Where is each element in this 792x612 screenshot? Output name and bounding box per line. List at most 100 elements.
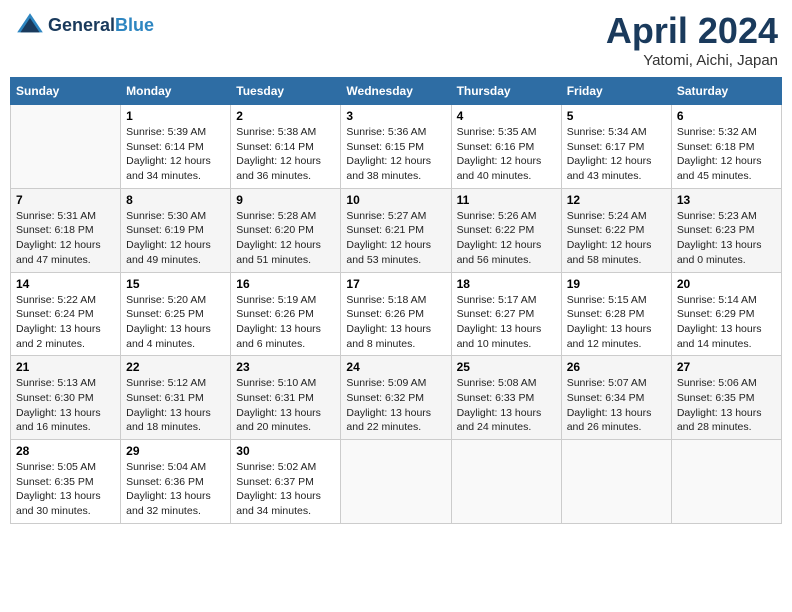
calendar-cell: 24 Sunrise: 5:09 AM Sunset: 6:32 PM Dayli… — [341, 356, 451, 440]
day-number: 27 — [677, 360, 776, 374]
weekday-header-saturday: Saturday — [671, 78, 781, 105]
calendar-cell: 2 Sunrise: 5:38 AM Sunset: 6:14 PM Daylig… — [231, 105, 341, 189]
day-info: Sunrise: 5:10 AM Sunset: 6:31 PM Dayligh… — [236, 376, 335, 435]
day-info: Sunrise: 5:27 AM Sunset: 6:21 PM Dayligh… — [346, 209, 445, 268]
day-info: Sunrise: 5:07 AM Sunset: 6:34 PM Dayligh… — [567, 376, 666, 435]
day-info: Sunrise: 5:08 AM Sunset: 6:33 PM Dayligh… — [457, 376, 556, 435]
weekday-header-thursday: Thursday — [451, 78, 561, 105]
weekday-header-tuesday: Tuesday — [231, 78, 341, 105]
day-number: 22 — [126, 360, 225, 374]
day-info: Sunrise: 5:18 AM Sunset: 6:26 PM Dayligh… — [346, 293, 445, 352]
calendar-cell: 18 Sunrise: 5:17 AM Sunset: 6:27 PM Dayli… — [451, 272, 561, 356]
calendar-cell: 25Sunrise: 5:08 AM Sunset: 6:33 PM Dayli… — [451, 356, 561, 440]
weekday-header-monday: Monday — [121, 78, 231, 105]
day-info: Sunrise: 5:12 AM Sunset: 6:31 PM Dayligh… — [126, 376, 225, 435]
calendar-cell: 22 Sunrise: 5:12 AM Sunset: 6:31 PM Dayli… — [121, 356, 231, 440]
day-number: 16 — [236, 277, 335, 291]
week-row-1: 7 Sunrise: 5:31 AM Sunset: 6:18 PM Daylig… — [11, 188, 782, 272]
day-info: Sunrise: 5:32 AM Sunset: 6:18 PM Dayligh… — [677, 125, 776, 184]
day-number: 5 — [567, 109, 666, 123]
day-number: 20 — [677, 277, 776, 291]
day-number: 6 — [677, 109, 776, 123]
location: Yatomi, Aichi, Japan — [606, 52, 778, 69]
day-number: 26 — [567, 360, 666, 374]
day-info: Sunrise: 5:17 AM Sunset: 6:27 PM Dayligh… — [457, 293, 556, 352]
day-info: Sunrise: 5:24 AM Sunset: 6:22 PM Dayligh… — [567, 209, 666, 268]
day-info: Sunrise: 5:02 AM Sunset: 6:37 PM Dayligh… — [236, 460, 335, 519]
day-number: 15 — [126, 277, 225, 291]
day-info: Sunrise: 5:23 AM Sunset: 6:23 PM Dayligh… — [677, 209, 776, 268]
calendar-cell: 10 Sunrise: 5:27 AM Sunset: 6:21 PM Dayli… — [341, 188, 451, 272]
day-info: Sunrise: 5:15 AM Sunset: 6:28 PM Dayligh… — [567, 293, 666, 352]
calendar-cell — [451, 440, 561, 524]
day-number: 30 — [236, 444, 335, 458]
calendar-cell: 23 Sunrise: 5:10 AM Sunset: 6:31 PM Dayli… — [231, 356, 341, 440]
calendar-cell: 8Sunrise: 5:30 AM Sunset: 6:19 PM Daylig… — [121, 188, 231, 272]
day-number: 18 — [457, 277, 556, 291]
day-info: Sunrise: 5:36 AM Sunset: 6:15 PM Dayligh… — [346, 125, 445, 184]
day-number: 19 — [567, 277, 666, 291]
day-number: 2 — [236, 109, 335, 123]
weekday-header-wednesday: Wednesday — [341, 78, 451, 105]
logo-text: GeneralBlue — [48, 16, 154, 36]
day-info: Sunrise: 5:35 AM Sunset: 6:16 PM Dayligh… — [457, 125, 556, 184]
day-number: 10 — [346, 193, 445, 207]
day-info: Sunrise: 5:22 AM Sunset: 6:24 PM Dayligh… — [16, 293, 115, 352]
calendar-cell: 26 Sunrise: 5:07 AM Sunset: 6:34 PM Dayli… — [561, 356, 671, 440]
day-number: 23 — [236, 360, 335, 374]
day-number: 24 — [346, 360, 445, 374]
logo-icon — [14, 10, 46, 42]
day-number: 14 — [16, 277, 115, 291]
calendar-cell — [341, 440, 451, 524]
day-number: 17 — [346, 277, 445, 291]
day-info: Sunrise: 5:20 AM Sunset: 6:25 PM Dayligh… — [126, 293, 225, 352]
weekday-header-friday: Friday — [561, 78, 671, 105]
day-info: Sunrise: 5:31 AM Sunset: 6:18 PM Dayligh… — [16, 209, 115, 268]
day-number: 13 — [677, 193, 776, 207]
calendar-cell: 27 Sunrise: 5:06 AM Sunset: 6:35 PM Dayli… — [671, 356, 781, 440]
week-row-0: 1Sunrise: 5:39 AM Sunset: 6:14 PM Daylig… — [11, 105, 782, 189]
logo-general: General — [48, 15, 115, 35]
day-info: Sunrise: 5:26 AM Sunset: 6:22 PM Dayligh… — [457, 209, 556, 268]
day-info: Sunrise: 5:06 AM Sunset: 6:35 PM Dayligh… — [677, 376, 776, 435]
day-number: 12 — [567, 193, 666, 207]
calendar-cell — [671, 440, 781, 524]
day-info: Sunrise: 5:05 AM Sunset: 6:35 PM Dayligh… — [16, 460, 115, 519]
calendar-cell: 28 Sunrise: 5:05 AM Sunset: 6:35 PM Dayli… — [11, 440, 121, 524]
calendar-cell: 7 Sunrise: 5:31 AM Sunset: 6:18 PM Daylig… — [11, 188, 121, 272]
day-number: 4 — [457, 109, 556, 123]
calendar-cell: 17 Sunrise: 5:18 AM Sunset: 6:26 PM Dayli… — [341, 272, 451, 356]
calendar-cell: 9Sunrise: 5:28 AM Sunset: 6:20 PM Daylig… — [231, 188, 341, 272]
day-number: 9 — [236, 193, 335, 207]
day-info: Sunrise: 5:19 AM Sunset: 6:26 PM Dayligh… — [236, 293, 335, 352]
day-number: 21 — [16, 360, 115, 374]
day-info: Sunrise: 5:39 AM Sunset: 6:14 PM Dayligh… — [126, 125, 225, 184]
day-info: Sunrise: 5:14 AM Sunset: 6:29 PM Dayligh… — [677, 293, 776, 352]
week-row-4: 28 Sunrise: 5:05 AM Sunset: 6:35 PM Dayli… — [11, 440, 782, 524]
day-number: 29 — [126, 444, 225, 458]
day-number: 7 — [16, 193, 115, 207]
day-number: 3 — [346, 109, 445, 123]
day-info: Sunrise: 5:38 AM Sunset: 6:14 PM Dayligh… — [236, 125, 335, 184]
calendar-cell: 15 Sunrise: 5:20 AM Sunset: 6:25 PM Dayli… — [121, 272, 231, 356]
calendar-cell: 16 Sunrise: 5:19 AM Sunset: 6:26 PM Dayli… — [231, 272, 341, 356]
day-info: Sunrise: 5:04 AM Sunset: 6:36 PM Dayligh… — [126, 460, 225, 519]
day-number: 28 — [16, 444, 115, 458]
title-block: April 2024 Yatomi, Aichi, Japan — [606, 10, 778, 69]
day-number: 11 — [457, 193, 556, 207]
weekday-header-row: SundayMondayTuesdayWednesdayThursdayFrid… — [11, 78, 782, 105]
calendar-cell: 19 Sunrise: 5:15 AM Sunset: 6:28 PM Dayli… — [561, 272, 671, 356]
page-header: GeneralBlue April 2024 Yatomi, Aichi, Ja… — [10, 10, 782, 69]
calendar-cell: 3 Sunrise: 5:36 AM Sunset: 6:15 PM Daylig… — [341, 105, 451, 189]
calendar-cell: 6 Sunrise: 5:32 AM Sunset: 6:18 PM Daylig… — [671, 105, 781, 189]
calendar-cell — [11, 105, 121, 189]
logo-blue: Blue — [115, 15, 154, 35]
calendar-cell — [561, 440, 671, 524]
day-info: Sunrise: 5:09 AM Sunset: 6:32 PM Dayligh… — [346, 376, 445, 435]
day-info: Sunrise: 5:13 AM Sunset: 6:30 PM Dayligh… — [16, 376, 115, 435]
calendar-cell: 1Sunrise: 5:39 AM Sunset: 6:14 PM Daylig… — [121, 105, 231, 189]
calendar-cell: 20 Sunrise: 5:14 AM Sunset: 6:29 PM Dayli… — [671, 272, 781, 356]
logo: GeneralBlue — [14, 10, 154, 42]
day-number: 8 — [126, 193, 225, 207]
calendar-cell: 4 Sunrise: 5:35 AM Sunset: 6:16 PM Daylig… — [451, 105, 561, 189]
